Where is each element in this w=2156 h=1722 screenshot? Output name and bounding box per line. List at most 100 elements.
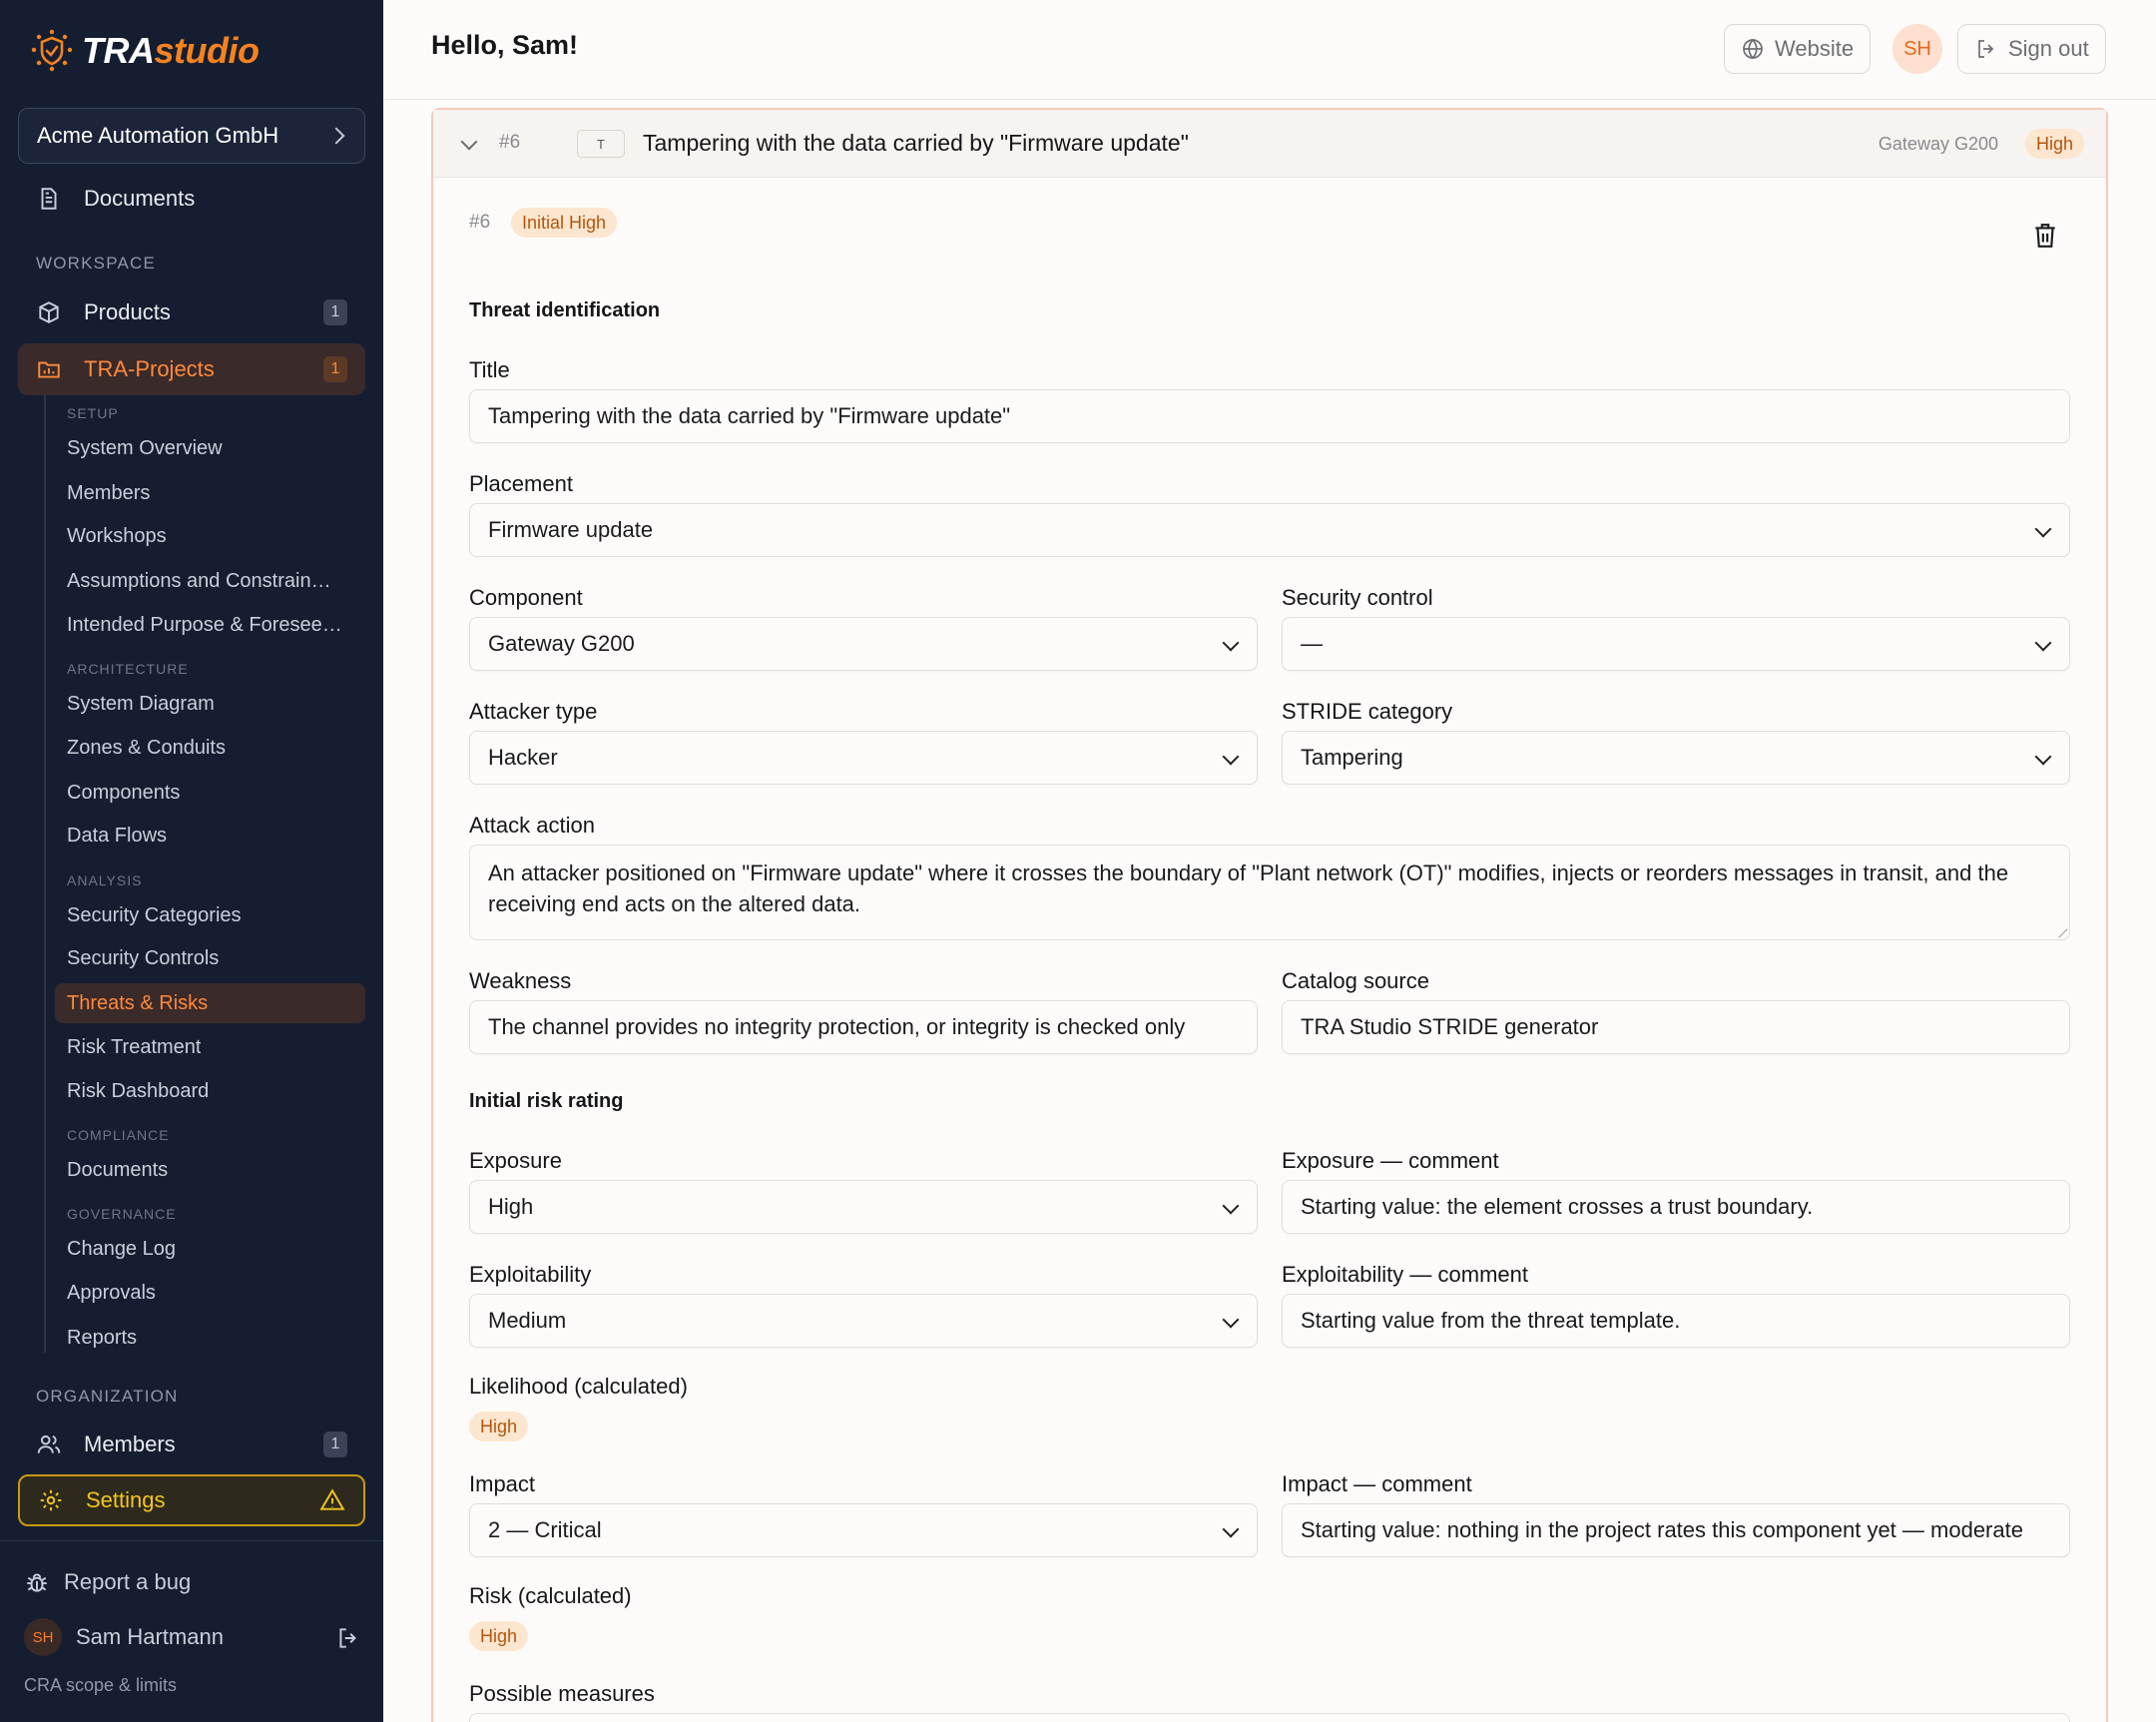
attack-action-textarea[interactable]: An attacker positioned on "Firmware upda… (469, 845, 2070, 940)
security-control-select[interactable]: — (1282, 617, 2070, 671)
subnav-zones-conduits[interactable]: Zones & Conduits (55, 728, 365, 768)
subnav-label: Members (67, 481, 151, 504)
subnav-compliance-documents[interactable]: Documents (55, 1150, 365, 1190)
sign-out-label: Sign out (2008, 36, 2089, 61)
subnav-label: Documents (67, 1158, 169, 1181)
nav-tra-projects[interactable]: TRA-Projects 1 (18, 343, 365, 395)
component-select[interactable]: Gateway G200 (469, 617, 1258, 671)
report-bug-link[interactable]: Report a bug (24, 1569, 191, 1595)
subnav-risk-treatment[interactable]: Risk Treatment (55, 1027, 365, 1067)
top-bar: Hello, Sam! Website SH Sign out (383, 0, 2156, 100)
subnav-label: Components (67, 781, 181, 804)
attacker-type-select[interactable]: Hacker (469, 731, 1258, 785)
subnav-assumptions[interactable]: Assumptions and Constrain… (55, 561, 365, 601)
exploitability-label: Exploitability (469, 1262, 592, 1287)
nav-settings-label: Settings (86, 1487, 166, 1512)
chevron-down-icon[interactable] (460, 133, 478, 151)
sidebar: TRAstudio Acme Automation GmbH Documents… (0, 0, 383, 1722)
threat-card-header[interactable]: #6 T Tampering with the data carried by … (433, 110, 2106, 178)
subnav-system-overview[interactable]: System Overview (55, 428, 365, 468)
stride-category-select[interactable]: Tampering (1282, 731, 2070, 785)
cra-scope-link[interactable]: CRA scope & limits (24, 1675, 177, 1696)
document-icon (41, 188, 57, 210)
subnav-workshops[interactable]: Workshops (55, 516, 365, 556)
attack-action-text: An attacker positioned on "Firmware upda… (488, 861, 2009, 916)
possible-measures-label: Possible measures (469, 1681, 655, 1706)
threat-title: Tampering with the data carried by "Firm… (643, 130, 1189, 156)
impact-select[interactable]: 2 — Critical (469, 1503, 1258, 1557)
subnav-components[interactable]: Components (55, 773, 365, 813)
logout-icon[interactable] (335, 1625, 361, 1651)
subnav-security-categories[interactable]: Security Categories (55, 895, 365, 935)
subnav-label: Security Controls (67, 946, 220, 969)
user-profile[interactable]: SH Sam Hartmann (24, 1618, 224, 1656)
threat-level-badge: High (2024, 129, 2084, 159)
report-bug-label: Report a bug (64, 1569, 192, 1594)
exposure-select[interactable]: High (469, 1180, 1258, 1234)
analysis-group-label: ANALYSIS (67, 872, 143, 888)
threat-component: Gateway G200 (1878, 134, 1998, 154)
nav-tra-projects-label: TRA-Projects (84, 356, 215, 381)
resize-handle-icon[interactable] (2050, 920, 2068, 938)
subnav-threats-risks[interactable]: Threats & Risks (55, 983, 365, 1023)
initial-risk-badge: Initial High (511, 208, 618, 238)
box-icon (39, 301, 59, 323)
section-initial-risk-rating: Initial risk rating (469, 1090, 624, 1112)
architecture-group-label: ARCHITECTURE (67, 661, 189, 677)
subnav-label: System Overview (67, 436, 223, 459)
subnav-label: Reports (67, 1326, 138, 1349)
nav-products[interactable]: Products 1 (18, 287, 365, 338)
subnav-label: Assumptions and Constrain… (67, 569, 331, 592)
subnav-risk-dashboard[interactable]: Risk Dashboard (55, 1071, 365, 1111)
brand-logo[interactable]: TRAstudio (30, 28, 260, 74)
brand-name-studio: studio (154, 30, 260, 71)
subnav-label: Risk Treatment (67, 1035, 202, 1058)
exploitability-select[interactable]: Medium (469, 1294, 1258, 1348)
website-label: Website (1775, 36, 1855, 61)
sign-out-button[interactable]: Sign out (1957, 24, 2106, 74)
nav-org-members[interactable]: Members 1 (18, 1419, 365, 1470)
title-label: Title (469, 357, 510, 382)
subnav-system-diagram[interactable]: System Diagram (55, 684, 365, 724)
placement-select[interactable]: Firmware update (469, 503, 2070, 557)
likelihood-badge: High (469, 1412, 529, 1441)
trash-icon[interactable] (2032, 222, 2058, 250)
subnav-members[interactable]: Members (55, 473, 365, 513)
threat-detail-number: #6 (469, 212, 491, 233)
subnav-security-controls[interactable]: Security Controls (55, 938, 365, 978)
greeting: Hello, Sam! (431, 30, 579, 60)
exposure-comment-input[interactable]: Starting value: the element crosses a tr… (1282, 1180, 2070, 1234)
products-count-badge: 1 (323, 299, 347, 325)
placement-label: Placement (469, 471, 573, 496)
subnav-reports[interactable]: Reports (55, 1318, 365, 1358)
subnav-label: Zones & Conduits (67, 736, 226, 759)
tra-projects-count-badge: 1 (323, 356, 347, 382)
subnav-data-flows[interactable]: Data Flows (55, 816, 365, 856)
sign-out-icon (1978, 40, 1994, 58)
attacker-type-label: Attacker type (469, 699, 598, 724)
brand-name-tra: TRA (82, 30, 155, 71)
website-button[interactable]: Website (1724, 24, 1872, 74)
header-avatar[interactable]: SH (1892, 24, 1942, 74)
risk-label: Risk (calculated) (469, 1583, 632, 1608)
nav-settings[interactable]: Settings (18, 1474, 365, 1526)
exposure-label: Exposure (469, 1148, 562, 1173)
organization-switcher[interactable]: Acme Automation GmbH (18, 108, 365, 164)
gear-icon (40, 1489, 62, 1511)
nav-documents[interactable]: Documents (18, 173, 365, 225)
subnav-intended-purpose[interactable]: Intended Purpose & Foresee… (55, 605, 365, 645)
subnav-approvals[interactable]: Approvals (55, 1273, 365, 1313)
subnav-tree-line (44, 394, 46, 1353)
exploitability-comment-input[interactable]: Starting value from the threat template. (1282, 1294, 2070, 1348)
attack-action-label: Attack action (469, 813, 595, 838)
weakness-input[interactable]: The channel provides no integrity protec… (469, 1000, 1258, 1054)
possible-measures-input[interactable] (469, 1713, 2070, 1722)
impact-comment-input[interactable]: Starting value: nothing in the project r… (1282, 1503, 2070, 1557)
user-avatar: SH (24, 1618, 62, 1656)
subnav-change-log[interactable]: Change Log (55, 1229, 365, 1269)
nav-documents-label: Documents (84, 186, 196, 211)
organization-group-label: ORGANIZATION (36, 1387, 179, 1406)
nav-members-label: Members (84, 1432, 176, 1456)
title-input[interactable]: Tampering with the data carried by "Firm… (469, 389, 2070, 443)
catalog-source-input[interactable]: TRA Studio STRIDE generator (1282, 1000, 2070, 1054)
